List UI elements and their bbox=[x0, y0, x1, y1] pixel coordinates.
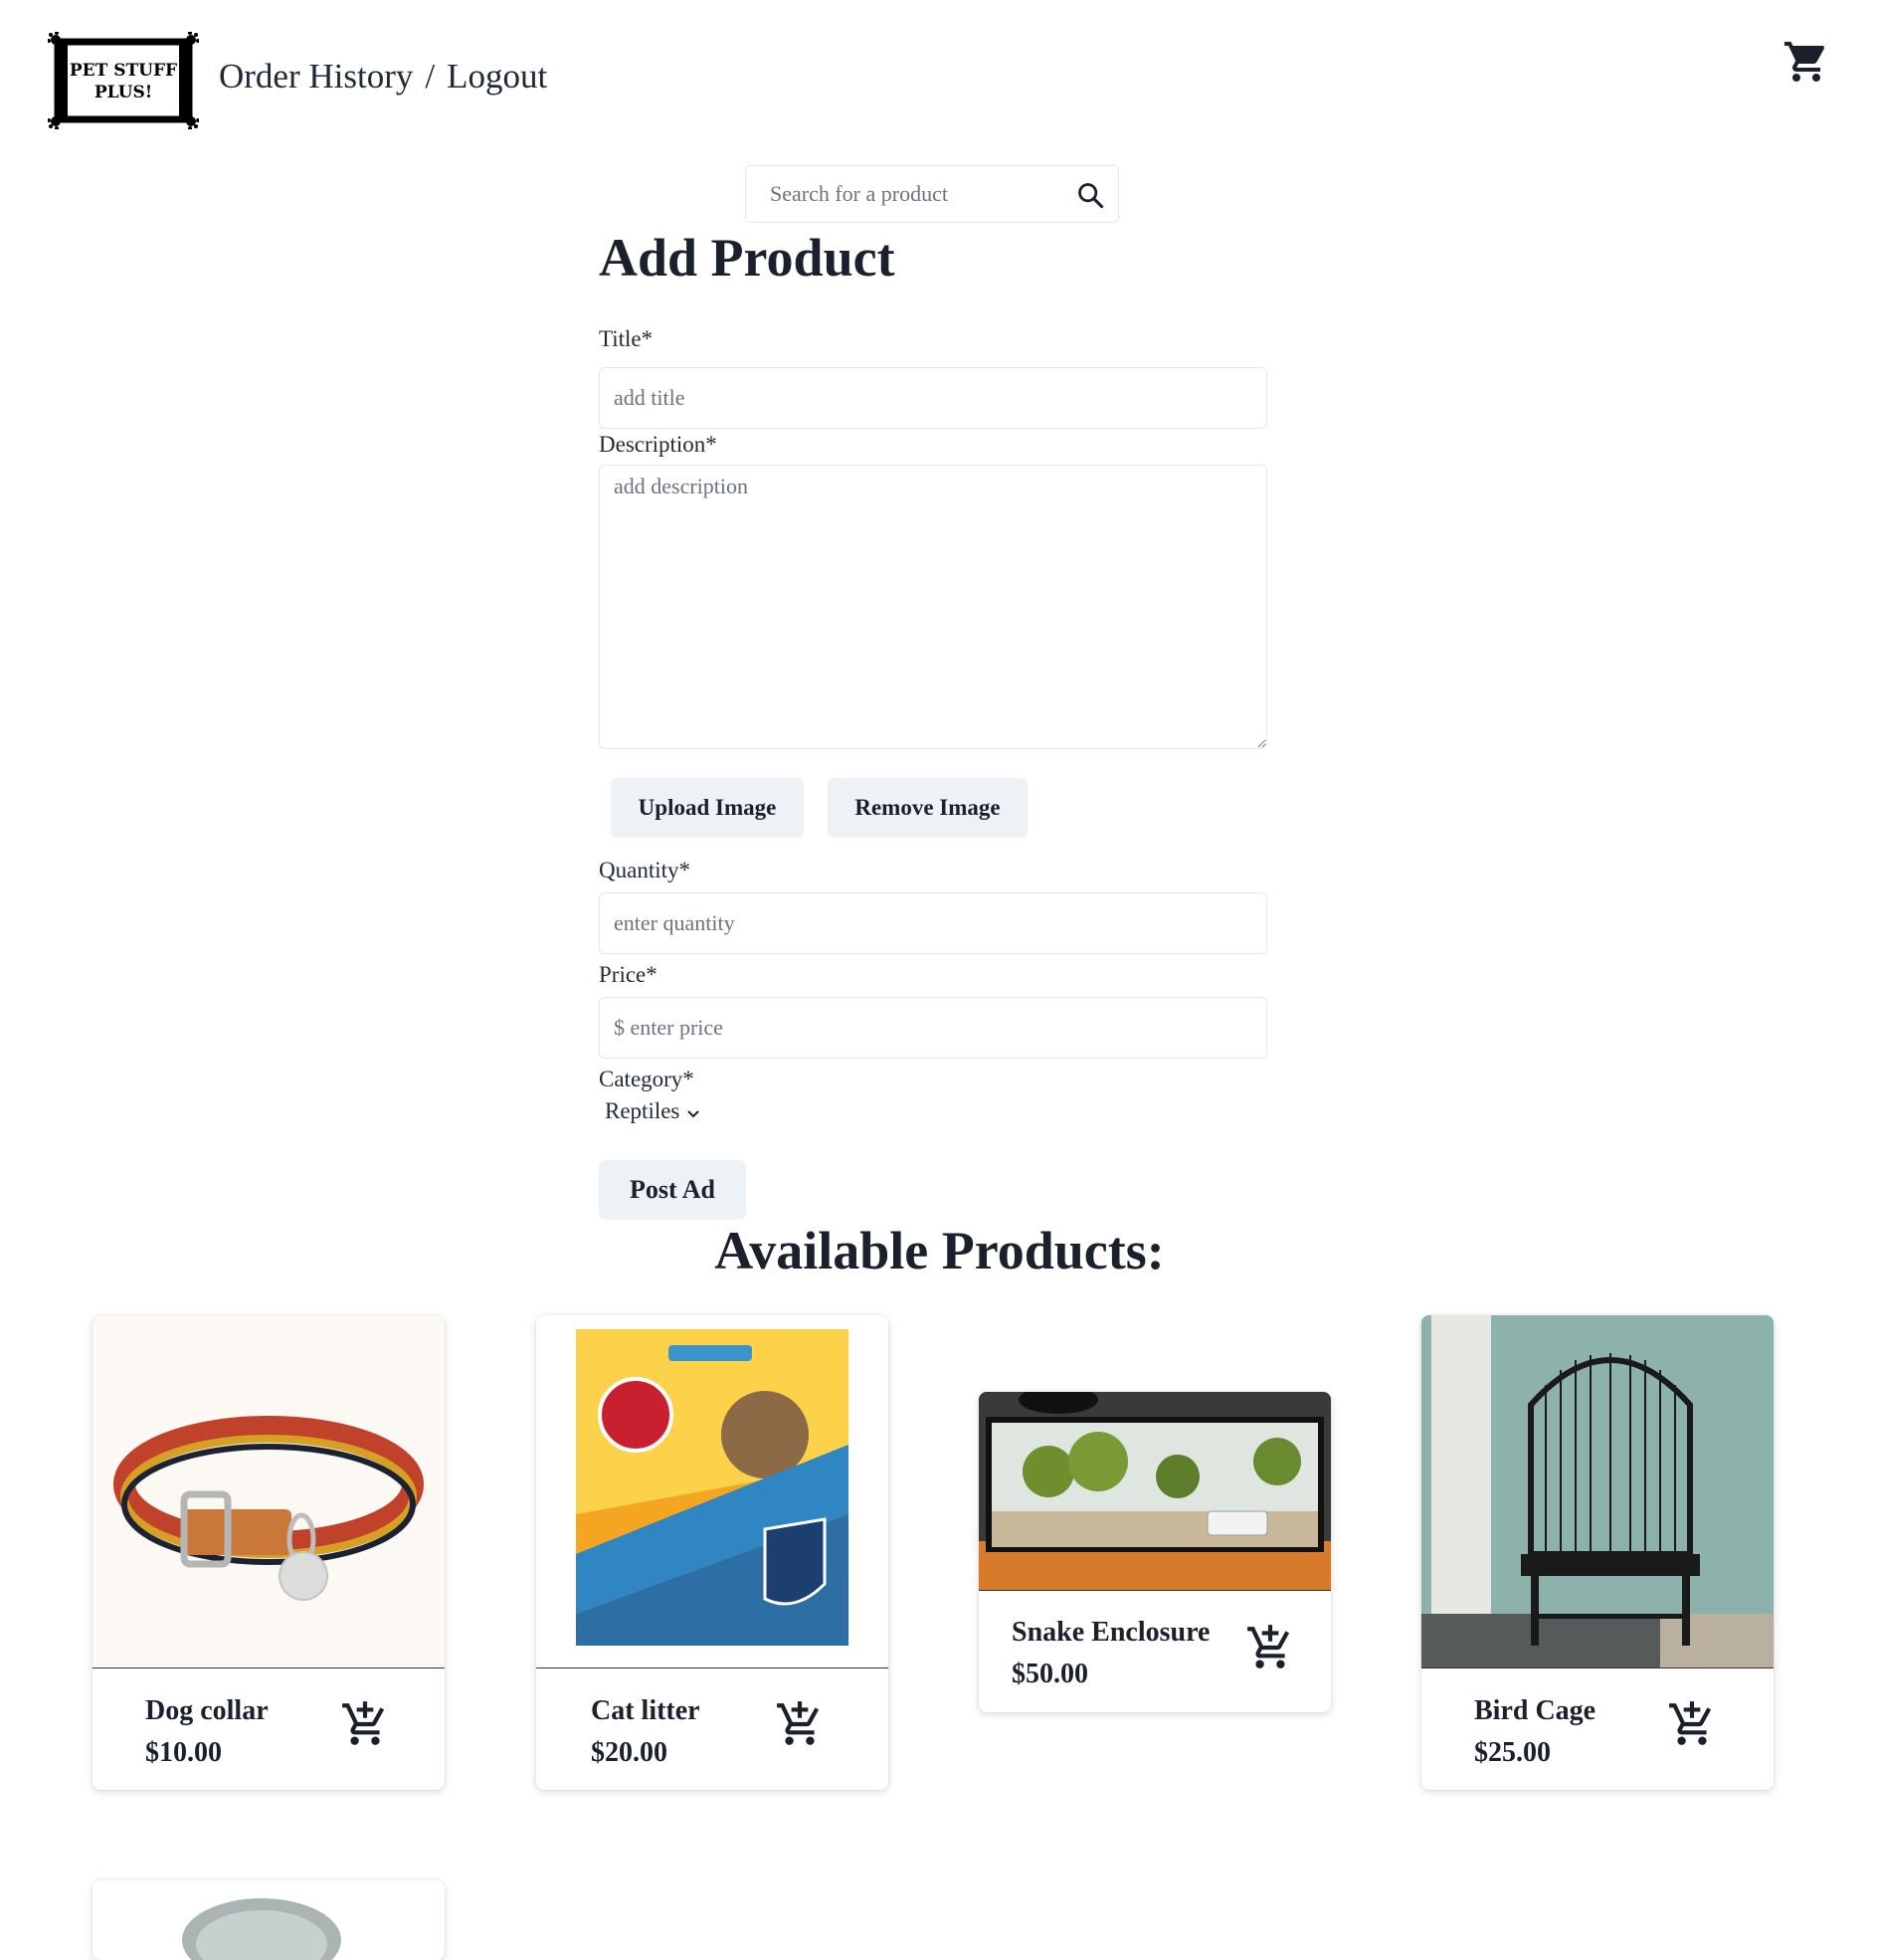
order-history-link[interactable]: Order History bbox=[219, 57, 413, 96]
product-image bbox=[93, 1315, 445, 1668]
svg-text:PET STUFF: PET STUFF bbox=[70, 61, 177, 81]
cart-icon[interactable] bbox=[1783, 38, 1830, 86]
product-price: $10.00 bbox=[145, 1737, 222, 1768]
product-image bbox=[536, 1315, 888, 1668]
add-product-heading: Add Product bbox=[599, 228, 895, 288]
remove-image-button[interactable]: Remove Image bbox=[828, 778, 1028, 838]
product-name: Snake Enclosure bbox=[1012, 1617, 1211, 1648]
product-image bbox=[1421, 1315, 1774, 1668]
header-nav: Order History / Logout bbox=[219, 57, 547, 97]
product-price: $50.00 bbox=[1012, 1659, 1088, 1689]
pet-stuff-plus-logo[interactable]: PET STUFF PLUS! bbox=[48, 32, 199, 129]
product-name: Dog collar bbox=[145, 1695, 269, 1726]
price-label: Price* bbox=[599, 962, 657, 987]
available-products-heading: Available Products: bbox=[714, 1221, 1165, 1280]
product-card[interactable]: Dog collar $10.00 bbox=[93, 1315, 445, 1790]
search-icon[interactable] bbox=[1076, 181, 1104, 209]
svg-text:PLUS!: PLUS! bbox=[94, 83, 152, 102]
add-to-cart-icon[interactable] bbox=[775, 1699, 825, 1749]
title-label: Title* bbox=[599, 326, 654, 351]
category-select[interactable]: Reptiles bbox=[605, 1098, 701, 1124]
description-label: Description* bbox=[599, 432, 717, 457]
add-to-cart-icon[interactable] bbox=[1245, 1623, 1295, 1672]
add-to-cart-icon[interactable] bbox=[340, 1699, 390, 1749]
quantity-input[interactable] bbox=[599, 892, 1267, 954]
category-value: Reptiles bbox=[605, 1098, 680, 1123]
logout-link[interactable]: Logout bbox=[447, 57, 547, 96]
product-name: Cat litter bbox=[591, 1695, 700, 1726]
quantity-label: Quantity* bbox=[599, 858, 690, 882]
product-price: $20.00 bbox=[591, 1737, 667, 1768]
header: PET STUFF PLUS! Order History / Logout bbox=[0, 0, 1877, 159]
search-input[interactable] bbox=[746, 166, 1064, 222]
product-card[interactable]: Snake Enclosure $50.00 bbox=[979, 1392, 1331, 1712]
nav-separator: / bbox=[425, 57, 436, 96]
product-card[interactable] bbox=[93, 1880, 445, 1960]
add-product-form: Add Product Title* Description* Upload I… bbox=[599, 223, 1267, 1220]
product-card[interactable]: Cat litter $20.00 bbox=[536, 1315, 888, 1790]
product-name: Bird Cage bbox=[1474, 1695, 1596, 1726]
category-label: Category* bbox=[599, 1067, 694, 1091]
product-image bbox=[93, 1880, 445, 1960]
search-bar bbox=[745, 165, 1119, 223]
upload-image-button[interactable]: Upload Image bbox=[611, 778, 804, 838]
product-price: $25.00 bbox=[1474, 1737, 1551, 1768]
title-input[interactable] bbox=[599, 367, 1267, 429]
chevron-down-icon bbox=[687, 1110, 700, 1118]
product-image bbox=[979, 1392, 1331, 1591]
price-input[interactable] bbox=[599, 997, 1267, 1059]
add-to-cart-icon[interactable] bbox=[1667, 1699, 1717, 1749]
product-card[interactable]: Bird Cage $25.00 bbox=[1421, 1315, 1774, 1790]
post-ad-button[interactable]: Post Ad bbox=[599, 1160, 746, 1220]
description-textarea[interactable] bbox=[599, 465, 1267, 749]
